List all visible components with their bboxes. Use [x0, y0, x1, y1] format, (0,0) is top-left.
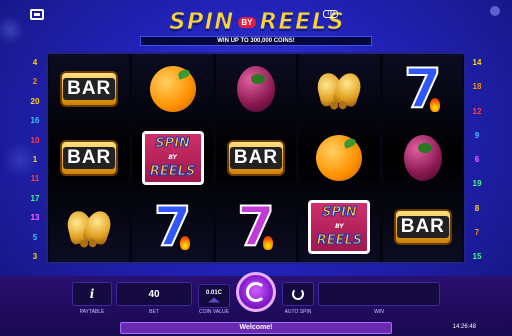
coin-value-label: COIN VALUE	[199, 309, 229, 315]
orange-icon	[316, 134, 363, 181]
reel-5: 7 BAR	[382, 54, 464, 262]
settings-icon[interactable]	[490, 6, 500, 16]
bells-symbol	[54, 197, 124, 257]
game-logo: SPIN BY REELS TM	[169, 6, 345, 38]
seven-glyph: 7	[153, 199, 193, 255]
plum-symbol	[388, 128, 458, 188]
spin-text: SPIN	[322, 205, 358, 221]
logo-tm: TM	[323, 10, 338, 18]
reels-text: REELS	[149, 163, 196, 179]
payline-number: 19	[472, 179, 482, 189]
payline-number: 20	[30, 96, 40, 106]
payline-number: 15	[472, 252, 482, 261]
flame-icon	[430, 97, 441, 112]
payline-number: 9	[474, 130, 480, 140]
payline-number: 4	[32, 58, 38, 67]
spin-by-text: BY	[168, 153, 177, 161]
bar-label: BAR	[63, 77, 116, 100]
bet-display[interactable]: 40	[116, 282, 192, 306]
payline-number: 5	[32, 232, 38, 242]
info-icon: i	[89, 287, 95, 301]
bells-symbol	[304, 59, 374, 119]
seven-symbol: 7	[221, 197, 291, 257]
payline-number: 8	[474, 203, 480, 213]
payline-number: 1	[32, 154, 38, 164]
bar-symbol: BAR	[54, 128, 124, 188]
flame-icon	[263, 236, 274, 251]
payline-number: 7	[474, 227, 480, 237]
logo-spin: SPIN	[169, 9, 235, 36]
bet-value: 40	[148, 288, 160, 300]
bar-label: BAR	[396, 216, 449, 239]
logo-by: BY	[238, 16, 256, 28]
bar-label: BAR	[63, 146, 116, 169]
reel-window: BAR BAR SPIN BY REELS 7 BAR 7 SPIN BY REELS 7 BAR	[46, 52, 466, 264]
spin-button[interactable]	[236, 272, 276, 312]
payline-numbers-right: 14 18 12 9 6 19 8 7 15	[470, 58, 484, 262]
bar-plate: BAR	[227, 139, 286, 176]
auto-spin-label: AUTO SPIN	[284, 309, 312, 315]
spin-by-text: BY	[335, 223, 344, 231]
paytable-button[interactable]: i	[72, 282, 112, 306]
auto-spin-icon	[292, 288, 304, 300]
bar-plate: BAR	[60, 139, 119, 176]
orange-symbol	[304, 128, 374, 188]
seven-glyph: 7	[403, 60, 443, 116]
spin-text: SPIN	[155, 135, 191, 151]
reel-2: SPIN BY REELS 7	[132, 54, 213, 262]
clock: 14:26:48	[452, 324, 476, 330]
payline-number: 11	[30, 174, 40, 184]
payline-number: 16	[30, 116, 40, 126]
menu-icon[interactable]	[30, 9, 44, 20]
flame-icon	[179, 236, 190, 251]
bar-label: BAR	[229, 146, 283, 169]
bar-plate: BAR	[60, 70, 119, 107]
seven-symbol: 7	[388, 59, 458, 119]
spin-reels-logo: SPIN BY REELS	[308, 200, 371, 255]
bells-icon	[314, 69, 365, 108]
payline-numbers-left: 4 2 20 16 10 1 11 17 13 5 3	[28, 58, 42, 262]
spin-reels-logo: SPIN BY REELS	[141, 130, 204, 185]
payline-number: 6	[474, 155, 480, 164]
auto-spin-button[interactable]	[282, 282, 314, 306]
payline-number: 13	[30, 213, 40, 223]
payline-number: 2	[32, 77, 38, 87]
plum-symbol	[221, 59, 291, 119]
bells-icon	[64, 208, 115, 247]
spin-reels-symbol: SPIN BY REELS	[304, 197, 374, 257]
orange-symbol	[138, 59, 208, 119]
reel-4: SPIN BY REELS	[299, 54, 380, 262]
bar-symbol: BAR	[388, 197, 458, 257]
bar-symbol: BAR	[54, 59, 124, 119]
reels-text: REELS	[316, 233, 363, 249]
win-banner: WIN UP TO 300,000 COINS!	[140, 36, 372, 46]
reel-1: BAR BAR	[49, 54, 130, 262]
win-display	[318, 282, 440, 306]
orange-icon	[149, 65, 196, 112]
payline-number: 17	[30, 193, 40, 203]
spin-icon	[246, 282, 266, 302]
spin-reels-symbol: SPIN BY REELS	[138, 128, 208, 188]
payline-number: 10	[30, 135, 40, 145]
bet-label: BET	[149, 309, 159, 315]
plum-icon	[237, 65, 276, 112]
seven-glyph: 7	[236, 199, 276, 255]
win-label: WIN	[374, 309, 384, 315]
payline-number: 18	[472, 82, 482, 92]
payline-number: 3	[32, 251, 38, 261]
coin-value-stepper[interactable]: 0.01C	[198, 284, 230, 308]
coin-up-icon[interactable]	[208, 297, 220, 303]
plum-icon	[403, 134, 442, 181]
payline-number: 12	[472, 106, 482, 116]
paytable-label: PAYTABLE	[79, 309, 105, 315]
bar-symbol: BAR	[221, 128, 291, 188]
payline-number: 14	[472, 58, 482, 67]
seven-symbol: 7	[138, 197, 208, 257]
bar-plate: BAR	[393, 209, 452, 246]
status-message: Welcome!	[120, 322, 392, 334]
coin-value: 0.01C	[205, 289, 222, 296]
reel-3: BAR 7	[215, 54, 297, 262]
